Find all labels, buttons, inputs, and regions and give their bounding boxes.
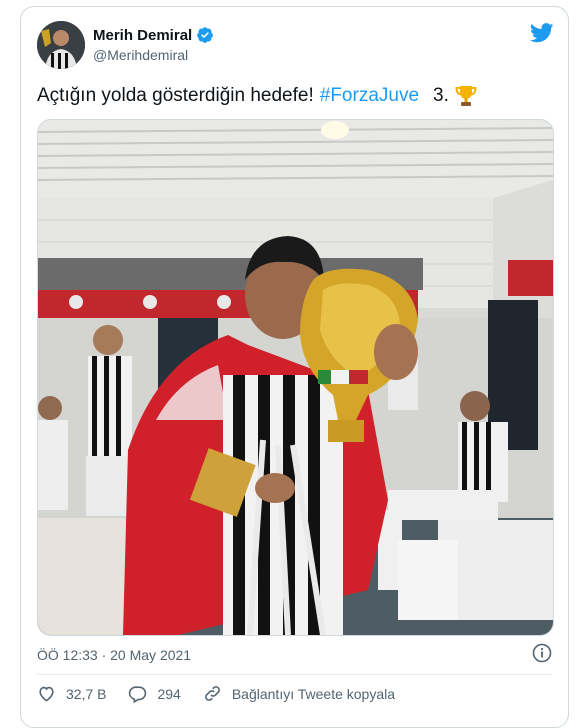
tweet-timestamp[interactable]: ÖÖ 12:33 · 20 May 2021 (37, 647, 191, 663)
reply-button[interactable]: 294 (128, 684, 181, 703)
avatar-photo (37, 21, 85, 69)
tweet-text-after: 3. (433, 85, 449, 106)
reply-icon (129, 686, 147, 703)
hashtag-link[interactable]: #ForzaJuve (320, 83, 419, 109)
twitter-bird-icon[interactable] (530, 23, 554, 43)
trophy-emoji-icon (455, 86, 477, 106)
info-icon[interactable] (532, 643, 552, 663)
verified-badge-icon (197, 27, 214, 43)
tweet-card: Merih Demiral @Merihdemiral Açtığın yold… (20, 6, 569, 728)
heart-icon (39, 686, 54, 702)
link-icon (204, 686, 220, 701)
tweet-photo[interactable] (37, 119, 554, 636)
like-button[interactable]: 32,7 B (37, 684, 106, 703)
user-handle[interactable]: @Merihdemiral (93, 47, 188, 63)
copy-link-button[interactable]: Bağlantıyı Tweete kopyala (203, 684, 395, 703)
reply-count: 294 (157, 685, 181, 702)
locker-room-photo (38, 120, 553, 635)
display-name[interactable]: Merih Demiral (93, 27, 192, 44)
tweet-text-main: Açtığın yolda gösterdiğin hedefe! (37, 85, 314, 106)
copy-link-label: Bağlantıyı Tweete kopyala (231, 685, 396, 702)
avatar[interactable] (37, 21, 85, 69)
action-bar: 32,7 B 294 Bağlantıyı Tweete kopyala (37, 684, 417, 703)
like-count: 32,7 B (66, 685, 107, 702)
divider (37, 674, 552, 675)
tweet-text: Açtığın yolda gösterdiğin hedefe! #Forza… (37, 83, 552, 109)
